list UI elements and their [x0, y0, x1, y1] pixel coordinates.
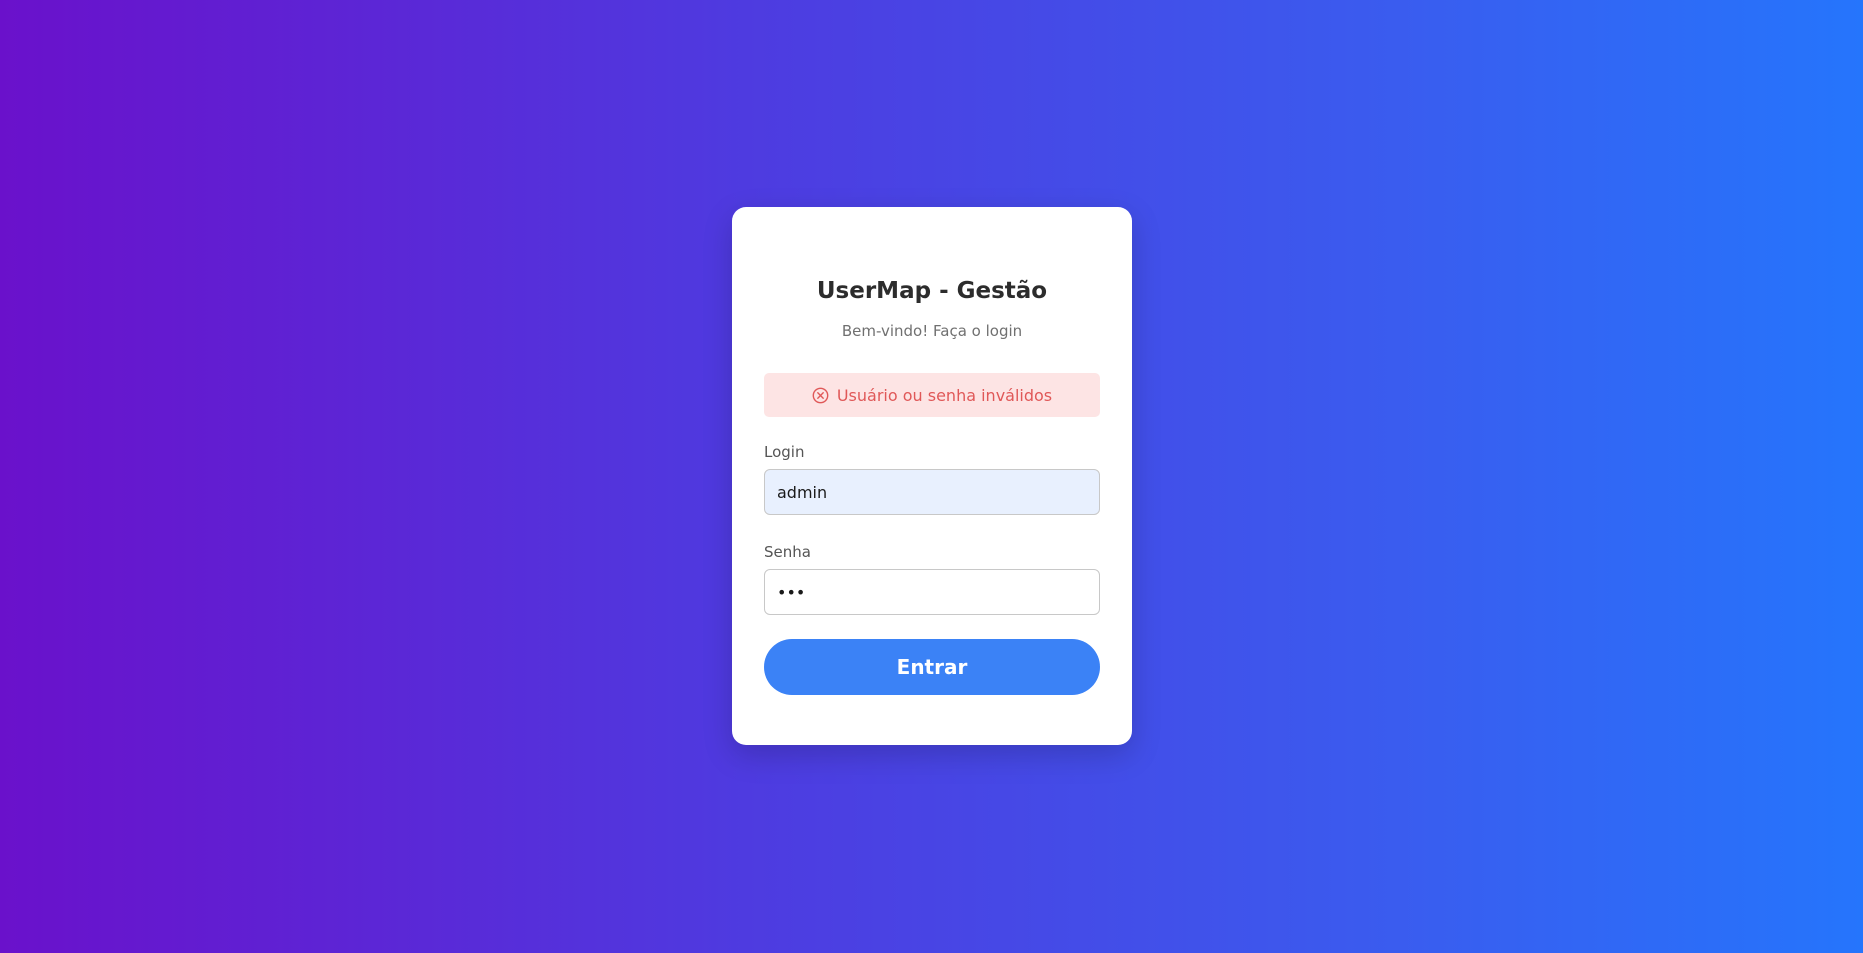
page-subtitle: Bem-vindo! Faça o login — [841, 322, 1023, 340]
error-circle-x-icon — [812, 387, 829, 404]
login-input[interactable] — [764, 469, 1100, 515]
login-label: Login — [764, 443, 805, 461]
login-card: UserMap - Gestão Bem-vindo! Faça o login… — [732, 207, 1132, 745]
error-alert: Usuário ou senha inválidos — [764, 373, 1100, 417]
page-title: UserMap - Gestão — [816, 278, 1048, 304]
password-label: Senha — [764, 543, 811, 561]
password-input[interactable] — [764, 569, 1100, 615]
submit-button[interactable]: Entrar — [764, 639, 1100, 695]
error-message: Usuário ou senha inválidos — [836, 385, 1053, 405]
